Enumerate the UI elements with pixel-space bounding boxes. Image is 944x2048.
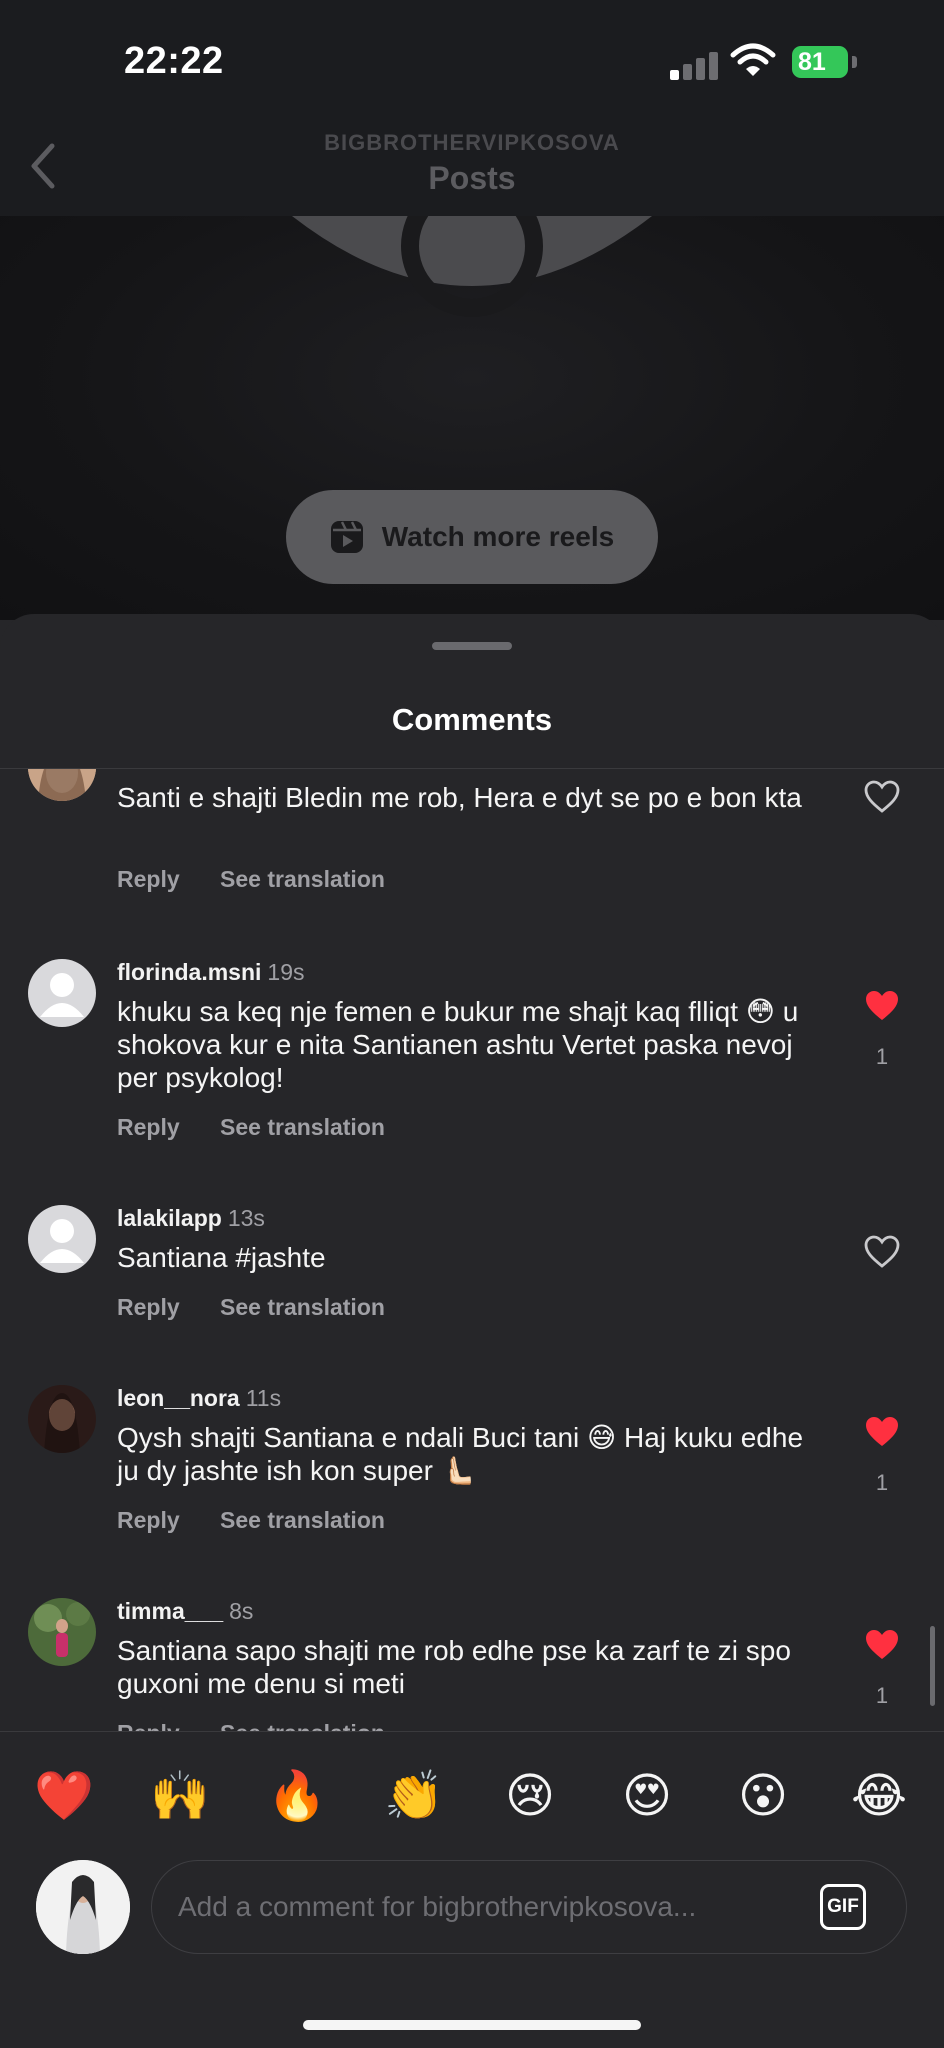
avatar-photo xyxy=(28,1598,96,1666)
home-indicator[interactable] xyxy=(303,2020,641,2030)
reply-button[interactable]: Reply xyxy=(117,1720,180,1731)
comment-text: khuku sa keq nje femen e bukur me shajt … xyxy=(117,996,799,1093)
top-nav-bar: BIGBROTHERVIPKOSOVA Posts xyxy=(0,118,944,216)
emoji-fire[interactable]: 🔥 xyxy=(267,1766,327,1826)
avatar-photo xyxy=(36,1860,130,1954)
comment-age: 11s xyxy=(245,1385,282,1411)
comment-actions: Reply See translation xyxy=(117,1294,419,1321)
comment-actions: Reply See translation xyxy=(117,866,419,893)
like-heart-outline-icon[interactable] xyxy=(864,1235,900,1269)
like-heart-filled-icon[interactable] xyxy=(864,1415,900,1449)
comment-composer: Add a comment for bigbrothervipkosova...… xyxy=(0,1860,944,2048)
account-name: BIGBROTHERVIPKOSOVA xyxy=(324,130,620,155)
gif-button[interactable]: GIF xyxy=(820,1884,866,1930)
comment-username[interactable]: lalakilapp xyxy=(117,1205,222,1231)
like-heart-outline-icon[interactable] xyxy=(864,780,900,814)
battery-level: 81 xyxy=(798,48,826,76)
comment-username[interactable]: timma___ xyxy=(117,1598,223,1624)
watch-more-reels-label: Watch more reels xyxy=(381,521,615,552)
reply-button[interactable]: Reply xyxy=(117,1294,180,1320)
comment-age: 13s xyxy=(227,1205,265,1231)
comment-text: Santiana #jashte xyxy=(117,1242,326,1273)
emoji-laughing-tears[interactable]: 😂 xyxy=(849,1766,909,1826)
emoji-heart-eyes[interactable]: 😍 xyxy=(617,1766,677,1826)
avatar[interactable] xyxy=(28,1385,96,1453)
reels-icon xyxy=(330,521,363,553)
cellular-signal-icon xyxy=(668,48,718,80)
emoji-surprised-face[interactable]: 😮 xyxy=(733,1766,793,1826)
status-time: 22:22 xyxy=(124,40,224,82)
comments-title: Comments xyxy=(391,702,553,737)
like-heart-filled-icon[interactable] xyxy=(864,1628,900,1662)
avatar[interactable] xyxy=(28,769,96,801)
scrollbar[interactable] xyxy=(930,1626,935,1706)
comment-header: timma___ 8s xyxy=(117,1598,253,1625)
page-title: Posts xyxy=(428,160,516,196)
comment-header: lalakilapp 13s xyxy=(117,1205,265,1232)
like-count: 1 xyxy=(875,1470,889,1495)
quick-emoji-bar: ❤️ 🙌 🔥 👏 😢 😍 😮 😂 xyxy=(0,1731,944,1861)
avatar[interactable] xyxy=(28,1205,96,1273)
reply-button[interactable]: Reply xyxy=(117,1114,180,1140)
see-translation-button[interactable]: See translation xyxy=(220,866,385,892)
see-translation-button[interactable]: See translation xyxy=(220,1294,385,1320)
emoji-clapping-hands[interactable]: 👏 xyxy=(384,1766,444,1826)
comment-text: Santi e shajti Bledin me rob, Hera e dyt… xyxy=(117,782,802,813)
emoji-raised-hands[interactable]: 🙌 xyxy=(150,1766,210,1826)
avatar-photo xyxy=(28,1385,96,1453)
comment-username[interactable]: leon__nora xyxy=(117,1385,240,1411)
comment-actions: Reply See translation xyxy=(117,1114,419,1141)
comment-actions: Reply See translation xyxy=(117,1507,419,1534)
reply-button[interactable]: Reply xyxy=(117,866,180,892)
like-count: 1 xyxy=(875,1044,889,1069)
comment-text: Qysh shajti Santiana e ndali Buci tani 😅… xyxy=(117,1422,804,1486)
battery-indicator: 81 xyxy=(792,46,848,78)
watch-more-reels-button[interactable]: Watch more reels xyxy=(286,490,658,584)
comment-text: Santiana sapo shajti me rob edhe pse ka … xyxy=(117,1635,791,1699)
default-avatar-icon xyxy=(40,1219,84,1263)
avatar[interactable] xyxy=(28,959,96,1027)
comment-header: florinda.msni 19s xyxy=(117,959,305,986)
reply-button[interactable]: Reply xyxy=(117,1507,180,1533)
avatar[interactable] xyxy=(28,1598,96,1666)
like-heart-filled-icon[interactable] xyxy=(864,989,900,1023)
comment-input-placeholder: Add a comment for bigbrothervipkosova... xyxy=(178,1891,697,1922)
see-translation-button[interactable]: See translation xyxy=(220,1114,385,1140)
emoji-red-heart[interactable]: ❤️ xyxy=(34,1766,94,1826)
comment-input[interactable]: Add a comment for bigbrothervipkosova...… xyxy=(151,1860,907,1954)
battery-cap xyxy=(852,56,857,68)
comment-actions: Reply See translation xyxy=(117,1720,419,1731)
default-avatar-icon xyxy=(40,973,84,1017)
see-translation-button[interactable]: See translation xyxy=(220,1507,385,1533)
comment-age: 19s xyxy=(267,959,305,985)
my-avatar xyxy=(36,1860,130,1954)
sheet-drag-handle[interactable] xyxy=(432,642,512,650)
avatar-photo xyxy=(28,769,96,801)
comment-username[interactable]: florinda.msni xyxy=(117,959,261,985)
wifi-icon xyxy=(730,43,776,76)
status-bar: 22:22 81 xyxy=(0,0,944,118)
emoji-crying-face[interactable]: 😢 xyxy=(500,1766,560,1826)
comment-header: leon__nora 11s xyxy=(117,1385,281,1412)
see-translation-button[interactable]: See translation xyxy=(220,1720,385,1731)
comment-list[interactable]: Santi e shajti Bledin me rob, Hera e dyt… xyxy=(0,769,944,1731)
comment-age: 8s xyxy=(229,1598,254,1624)
like-count: 1 xyxy=(875,1683,889,1708)
